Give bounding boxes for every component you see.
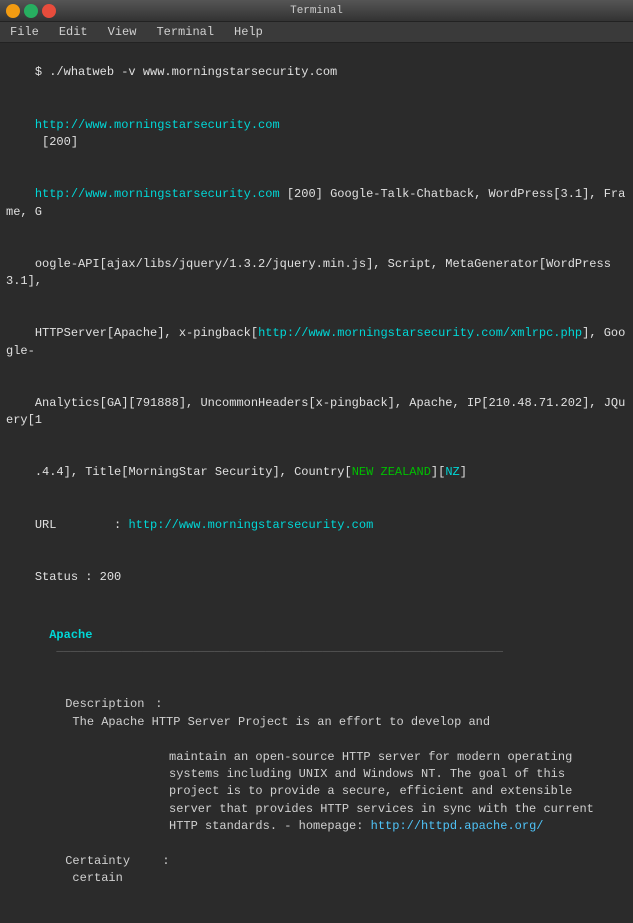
- status-line: http://www.morningstarsecurity.com [200]: [6, 99, 627, 169]
- url-line: URL : http://www.morningstarsecurity.com: [6, 499, 627, 551]
- status-code: [200]: [35, 135, 78, 149]
- raw-rest-3: HTTPServer[Apache], x-pingback[: [35, 326, 258, 340]
- raw-line-2: oogle-API[ajax/libs/jquery/1.3.2/jquery.…: [6, 238, 627, 308]
- status-url: http://www.morningstarsecurity.com: [35, 118, 280, 132]
- apache-certainty-label: Certainty: [65, 853, 155, 870]
- raw-line-5: .4.4], Title[MorningStar Security], Coun…: [6, 447, 627, 499]
- apache-desc-3: systems including UNIX and Windows NT. T…: [6, 766, 627, 783]
- plugin-apache-header: Apache ─────────────────────────────────…: [6, 610, 627, 680]
- plugin-apache: Apache ─────────────────────────────────…: [6, 610, 627, 906]
- plugin-country: Country ────────────────────────────────…: [6, 911, 627, 923]
- raw-nz-full: NEW ZEALAND: [352, 465, 431, 479]
- maximize-button[interactable]: [24, 4, 38, 18]
- url-label: URL :: [35, 518, 129, 532]
- raw-rest-5c: ][: [431, 465, 445, 479]
- window-controls[interactable]: [6, 4, 56, 18]
- raw-link-1: http://www.morningstarsecurity.com/xmlrp…: [258, 326, 582, 340]
- apache-desc-2: maintain an open-source HTTP server for …: [6, 749, 627, 766]
- apache-certainty-value: certain: [65, 871, 123, 885]
- window-title: Terminal: [290, 5, 343, 17]
- plugin-country-header: Country ────────────────────────────────…: [6, 911, 627, 923]
- menu-item-terminal[interactable]: Terminal: [152, 24, 218, 40]
- raw-rest-5: .4.4], Title[: [35, 465, 129, 479]
- apache-separator: ────────────────────────────────────────…: [49, 645, 503, 659]
- raw-line-4: Analytics[GA][791888], UncommonHeaders[x…: [6, 377, 627, 447]
- raw-rest-2: oogle-API[ajax/libs/jquery/1.3.2/jquery.…: [6, 257, 618, 288]
- apache-desc-value: The Apache HTTP Server Project is an eff…: [65, 715, 490, 729]
- raw-rest-5b: ], Country[: [272, 465, 351, 479]
- command-text: $ ./whatweb -v www.morningstarsecurity.c…: [35, 65, 337, 79]
- status-text-line: Status : 200: [6, 551, 627, 603]
- apache-desc-6: HTTP standards. - homepage: http://httpd…: [6, 818, 627, 835]
- title-bar: Terminal: [0, 0, 633, 22]
- menu-item-file[interactable]: File: [6, 24, 43, 40]
- close-button[interactable]: [42, 4, 56, 18]
- raw-rest-5d: ]: [460, 465, 467, 479]
- apache-desc-5: server that provides HTTP services in sy…: [6, 801, 627, 818]
- apache-homepage-link: http://httpd.apache.org/: [371, 819, 544, 833]
- apache-desc-4: project is to provide a secure, efficien…: [6, 783, 627, 800]
- command-line: $ ./whatweb -v www.morningstarsecurity.c…: [6, 47, 627, 99]
- status-text-value: Status : 200: [35, 570, 121, 584]
- apache-desc-label: Description: [65, 696, 155, 713]
- menu-item-edit[interactable]: Edit: [55, 24, 92, 40]
- menu-item-help[interactable]: Help: [230, 24, 267, 40]
- apache-name: Apache: [49, 628, 92, 642]
- menu-bar: File Edit View Terminal Help: [0, 22, 633, 43]
- apache-certainty-row: Certainty : certain: [6, 836, 627, 906]
- raw-rest-4: Analytics[GA][791888], UncommonHeaders[x…: [6, 396, 625, 427]
- raw-url: http://www.morningstarsecurity.com: [35, 187, 280, 201]
- raw-nz: NZ: [445, 465, 459, 479]
- terminal-body[interactable]: $ ./whatweb -v www.morningstarsecurity.c…: [0, 43, 633, 923]
- menu-item-view[interactable]: View: [104, 24, 141, 40]
- raw-line-3: HTTPServer[Apache], x-pingback[http://ww…: [6, 308, 627, 378]
- minimize-button[interactable]: [6, 4, 20, 18]
- raw-line-1: http://www.morningstarsecurity.com [200]…: [6, 169, 627, 239]
- apache-desc-row: Description: The Apache HTTP Server Proj…: [6, 679, 627, 749]
- url-value: http://www.morningstarsecurity.com: [128, 518, 373, 532]
- raw-title: MorningStar Security: [128, 465, 272, 479]
